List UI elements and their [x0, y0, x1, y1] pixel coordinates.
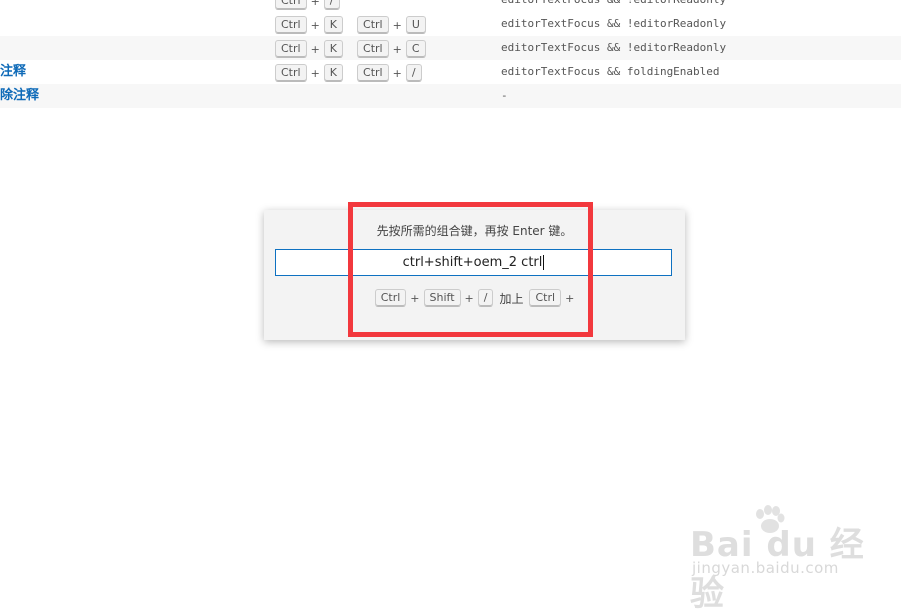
command-label[interactable]: 注释: [0, 60, 26, 84]
key-plus: +: [392, 66, 402, 80]
key-cap: Ctrl: [357, 64, 389, 82]
key-cap: Ctrl: [275, 64, 307, 82]
key-cap: Ctrl: [357, 16, 389, 34]
key-cap: Ctrl: [275, 0, 307, 10]
baidu-jingyan-watermark: Bai du 经验 jingyan.baidu.com: [690, 505, 890, 614]
key-plus: +: [310, 66, 320, 80]
chord-joiner: 加上: [499, 291, 524, 306]
key-cap: K: [323, 16, 344, 34]
keybindings-table: Ctrl + / editorTextFocus && !editorReado…: [0, 0, 901, 108]
key-plus: +: [464, 291, 474, 305]
key-cap: Ctrl: [374, 289, 407, 307]
key-cap: /: [323, 0, 340, 10]
keybinding: Ctrl + K Ctrl + U: [273, 16, 428, 34]
when-clause: editorTextFocus && !editorReadonly: [501, 0, 726, 12]
keybinding: Ctrl + K Ctrl + C: [273, 40, 428, 58]
key-cap: Ctrl: [357, 40, 389, 58]
key-cap: K: [323, 64, 344, 82]
text-caret: [543, 255, 545, 270]
keybinding-preview: Ctrl + Shift + / 加上 Ctrl +: [264, 289, 685, 307]
keybinding-input-value: ctrl+shift+oem_2 ctrl: [402, 255, 543, 270]
keybinding-input[interactable]: ctrl+shift+oem_2 ctrl: [275, 249, 672, 276]
keybinding: Ctrl + /: [273, 0, 342, 10]
when-clause: editorTextFocus && !editorReadonly: [501, 41, 727, 54]
key-cap: Ctrl: [275, 40, 307, 58]
key-cap: K: [323, 40, 344, 58]
table-row[interactable]: Ctrl + K Ctrl + U editorTextFocus && !ed…: [0, 12, 901, 36]
key-cap: /: [477, 289, 494, 307]
key-cap: U: [405, 16, 426, 34]
dialog-message: 先按所需的组合键，再按 Enter 键。: [376, 224, 573, 238]
key-cap: /: [405, 64, 422, 82]
key-cap: Shift: [423, 289, 461, 307]
keybinding: Ctrl + K Ctrl + /: [273, 64, 424, 82]
key-cap: Ctrl: [529, 289, 562, 307]
key-plus: +: [310, 42, 320, 56]
table-row[interactable]: Ctrl + / editorTextFocus && !editorReado…: [0, 0, 901, 12]
when-clause: editorTextFocus && foldingEnabled: [501, 65, 720, 78]
watermark-site: jingyan.baidu.com: [692, 559, 839, 577]
command-label[interactable]: 除注释: [0, 84, 39, 108]
key-plus: +: [392, 18, 402, 32]
define-keybinding-dialog: 先按所需的组合键，再按 Enter 键。 ctrl+shift+oem_2 ct…: [264, 210, 685, 340]
key-plus: +: [310, 18, 320, 32]
key-plus: +: [310, 0, 320, 8]
key-plus: +: [392, 42, 402, 56]
when-clause: editorTextFocus && !editorReadonly: [501, 17, 727, 30]
table-row[interactable]: 除注释 -: [0, 84, 901, 108]
when-clause: -: [501, 89, 508, 102]
key-cap: Ctrl: [275, 16, 307, 34]
table-row[interactable]: Ctrl + K Ctrl + C editorTextFocus && !ed…: [0, 36, 901, 60]
key-plus: +: [565, 291, 575, 305]
key-plus: +: [410, 291, 420, 305]
key-cap: C: [405, 40, 426, 58]
table-row[interactable]: 注释 Ctrl + K Ctrl + / editorTextFocus && …: [0, 60, 901, 84]
